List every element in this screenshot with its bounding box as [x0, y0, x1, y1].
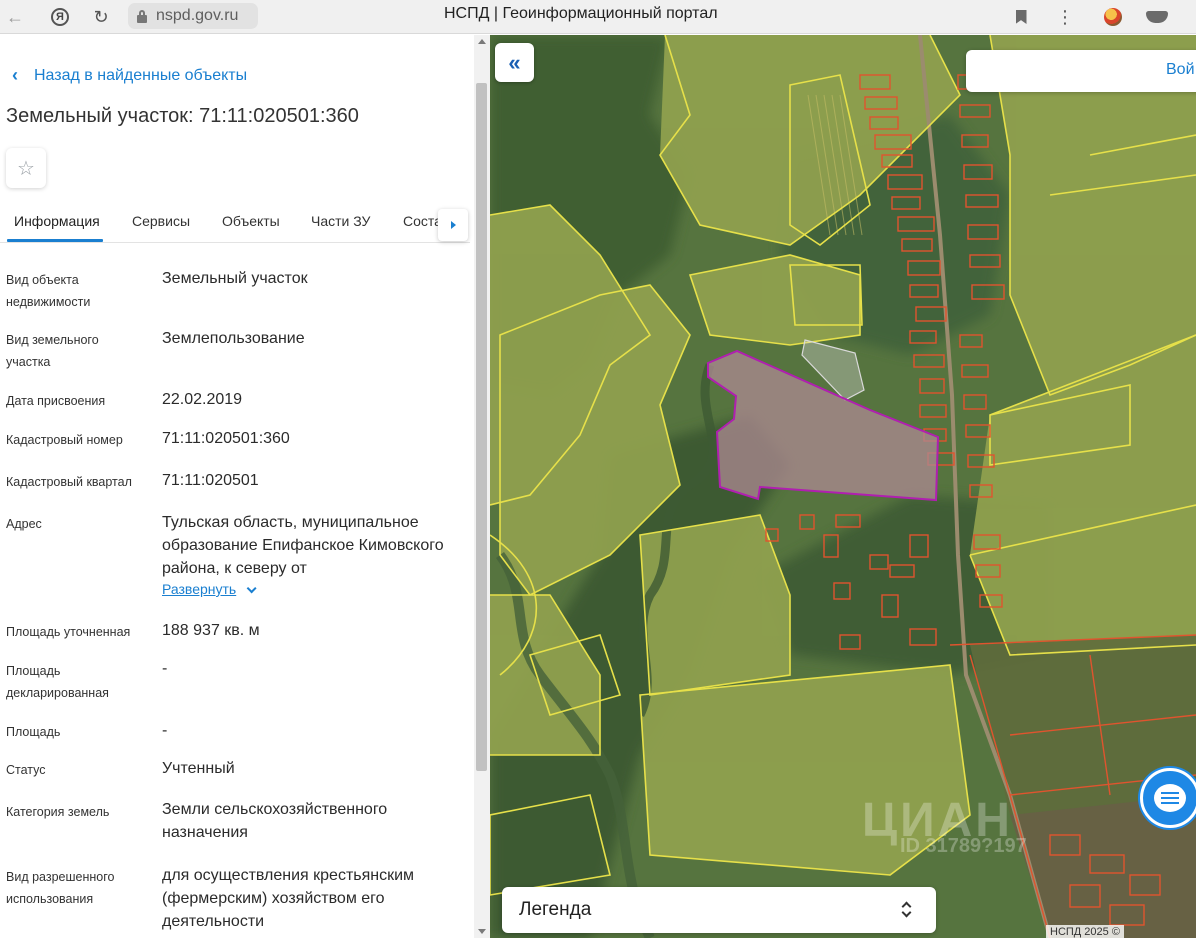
prop-label-status: Статус — [6, 763, 46, 777]
expand-collapse-icon — [900, 899, 914, 921]
legend-dropdown[interactable]: Легенда — [502, 887, 936, 933]
prop-value-area: - — [162, 722, 168, 739]
expand-address-link[interactable]: Развернуть — [162, 581, 257, 597]
kebab-menu-icon[interactable]: ⋮ — [1052, 4, 1078, 30]
prop-label-cadastral-number: Кадастровый номер — [6, 433, 123, 447]
prop-value-land-category: Земли сельскохозяйственного назначения — [162, 801, 388, 841]
tab-objects[interactable]: Объекты — [222, 213, 280, 229]
panel-scrollbar[interactable] — [474, 35, 490, 938]
collapse-panel-button[interactable]: « — [495, 43, 534, 82]
chevron-down-icon — [246, 583, 257, 594]
bookmark-icon[interactable] — [1008, 4, 1034, 30]
scrollbar-thumb[interactable] — [476, 83, 487, 771]
prop-label-area-refined: Площадь уточненная — [6, 625, 131, 639]
extension-icon[interactable] — [1100, 4, 1126, 30]
favorite-star-icon[interactable]: ☆ — [6, 148, 46, 188]
browser-toolbar: ← Я ↻ nspd.gov.ru НСПД | Геоинформационн… — [0, 0, 1196, 34]
prop-value-cadastral-quarter: 71:11:020501 — [162, 472, 259, 489]
downloads-icon[interactable] — [1144, 4, 1170, 30]
tabs-scroll-right-button[interactable] — [438, 209, 468, 241]
cian-watermark-id: ID 31789?197 — [900, 835, 1027, 857]
prop-label-land-category: Категория земель — [6, 805, 110, 819]
prop-value-area-declared: - — [162, 660, 168, 677]
prop-value-assign-date: 22.02.2019 — [162, 391, 243, 408]
prop-value-parcel-type: Землепользование — [162, 330, 305, 347]
chat-bubble-icon — [1154, 784, 1186, 812]
login-label: Вой — [1166, 61, 1195, 78]
info-tabs: Информация Сервисы Объекты Части ЗУ Сост… — [0, 207, 470, 243]
back-arrow-icon[interactable]: ← — [2, 4, 28, 30]
page-title: НСПД | Геоинформационный портал — [444, 5, 718, 22]
satellite-map-image — [490, 35, 1196, 938]
back-to-results-link[interactable]: ‹ Назад в найденные объекты — [12, 65, 247, 86]
login-button[interactable]: Вой — [966, 50, 1196, 92]
tab-information[interactable]: Информация — [14, 213, 100, 229]
cadastral-map[interactable]: « Вой ЦИАН ID 31789?197 Легенда НСПД 202… — [490, 35, 1196, 938]
prop-value-permitted-use: для осуществления крестьянским (фермерск… — [162, 867, 415, 930]
prop-label-area-declared: Площадь декларированная — [6, 664, 109, 700]
prop-label-address: Адрес — [6, 517, 42, 531]
lock-icon — [136, 9, 148, 23]
prop-value-status: Учтенный — [162, 760, 235, 777]
url-text: nspd.gov.ru — [156, 7, 239, 24]
expand-link-label: Развернуть — [162, 581, 237, 597]
scroll-up-arrow-icon[interactable] — [478, 39, 486, 44]
scroll-down-arrow-icon[interactable] — [478, 929, 486, 934]
prop-label-cadastral-quarter: Кадастровый квартал — [6, 475, 132, 489]
tab-services[interactable]: Сервисы — [132, 213, 190, 229]
reload-icon[interactable]: ↻ — [88, 4, 114, 30]
tab-composition[interactable]: Соста — [403, 213, 442, 229]
yandex-icon[interactable]: Я — [46, 4, 74, 30]
map-copyright: НСПД 2025 © — [1046, 925, 1124, 938]
prop-value-address: Тульская область, муниципальное образова… — [162, 514, 444, 577]
chevron-left-icon: ‹ — [12, 65, 18, 85]
chat-button[interactable] — [1140, 768, 1196, 828]
prop-value-cadastral-number: 71:11:020501:360 — [162, 430, 290, 447]
prop-label-permitted-use: Вид разрешенного использования — [6, 870, 115, 906]
legend-label: Легенда — [519, 899, 592, 920]
prop-label-parcel-type: Вид земельного участка — [6, 333, 99, 369]
prop-label-area: Площадь — [6, 725, 61, 739]
prop-value-object-type: Земельный участок — [162, 270, 308, 287]
back-link-label: Назад в найденные объекты — [34, 66, 248, 84]
active-tab-indicator — [7, 239, 103, 242]
prop-label-assign-date: Дата присвоения — [6, 394, 106, 408]
prop-value-area-refined: 188 937 кв. м — [162, 622, 260, 639]
tab-parcel-parts[interactable]: Части ЗУ — [311, 213, 370, 229]
object-title: Земельный участок: 71:11:020501:360 — [6, 105, 359, 127]
address-bar[interactable]: nspd.gov.ru — [128, 3, 258, 29]
prop-label-object-type: Вид объекта недвижимости — [6, 273, 91, 309]
chevron-right-icon — [450, 221, 456, 229]
object-info-panel: ‹ Назад в найденные объекты Земельный уч… — [0, 35, 490, 938]
